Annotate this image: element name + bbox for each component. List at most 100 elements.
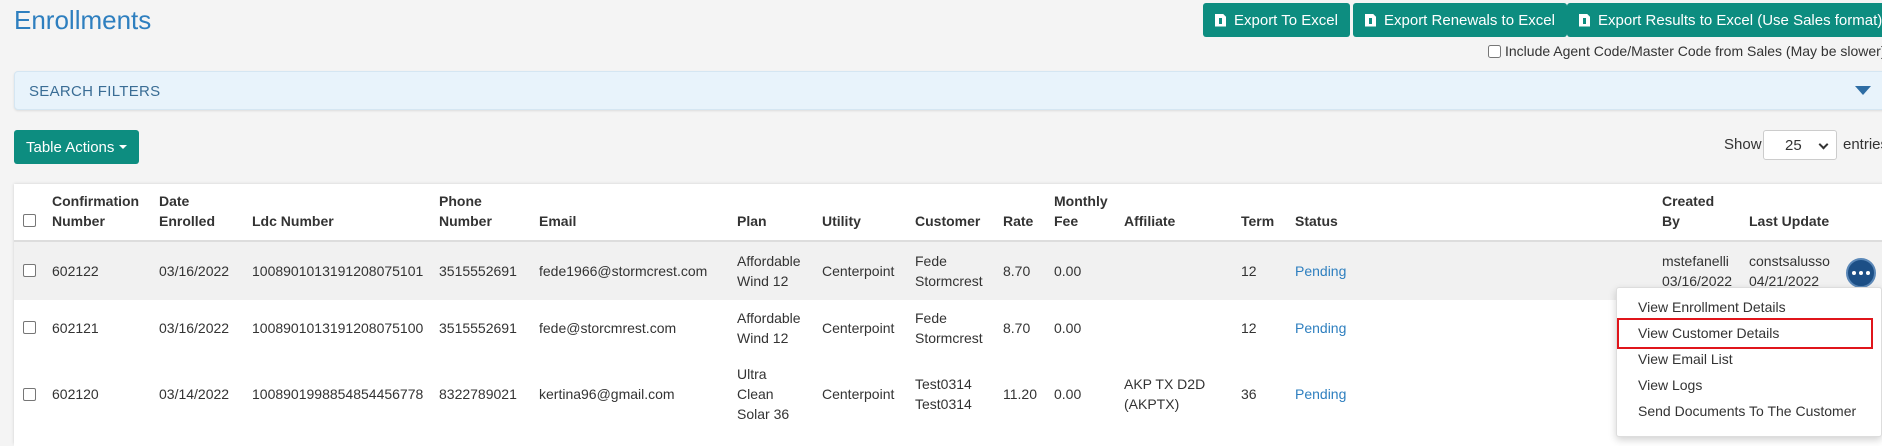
table-row: 602121 03/16/2022 1008901013191208075100… xyxy=(14,300,1882,356)
ellipsis-icon xyxy=(1852,271,1856,275)
ldc-number: 1008901013191208075100 xyxy=(252,320,424,336)
select-all-checkbox[interactable] xyxy=(23,214,36,227)
utility: Centerpoint xyxy=(822,263,895,279)
header-phone-number[interactable]: Phone Number xyxy=(439,191,492,231)
header-monthly-fee[interactable]: Monthly Fee xyxy=(1054,191,1108,231)
row-actions-menu: View Enrollment Details View Customer De… xyxy=(1616,287,1882,437)
row-checkbox[interactable] xyxy=(23,388,36,401)
term: 12 xyxy=(1241,320,1257,336)
table-row: 602122 03/16/2022 1008901013191208075101… xyxy=(14,242,1882,300)
ldc-number: 1008901013191208075101 xyxy=(252,263,424,279)
file-download-icon xyxy=(1579,13,1590,27)
row-checkbox[interactable] xyxy=(23,264,36,277)
export-to-excel-button[interactable]: Export To Excel xyxy=(1203,3,1350,37)
menu-item-send-documents[interactable]: Send Documents To The Customer xyxy=(1638,403,1856,419)
agent-code-checkbox[interactable] xyxy=(1488,44,1501,58)
created-by: mstefanelli 03/16/2022 xyxy=(1662,251,1732,291)
header-text: Number xyxy=(439,213,492,229)
customer-line: Test0314 xyxy=(915,396,972,412)
agent-code-option[interactable]: Include Agent Code/Master Code from Sale… xyxy=(1488,43,1882,59)
header-text: Confirmation xyxy=(52,193,140,209)
export-results-button[interactable]: Export Results to Excel (Use Sales forma… xyxy=(1567,3,1882,37)
header-text: By xyxy=(1662,213,1680,229)
header-customer[interactable]: Customer xyxy=(915,211,980,231)
entries-label: entries xyxy=(1843,136,1882,153)
plan-line: Clean xyxy=(737,386,774,402)
header-text: Date xyxy=(159,193,190,209)
row-checkbox[interactable] xyxy=(23,321,36,334)
term: 12 xyxy=(1241,263,1257,279)
utility: Centerpoint xyxy=(822,320,895,336)
menu-item-view-email-list[interactable]: View Email List xyxy=(1638,351,1733,367)
file-download-icon xyxy=(1215,13,1226,27)
plan-line: Ultra xyxy=(737,366,767,382)
last-update: constsalusso 04/21/2022 xyxy=(1749,251,1830,291)
plan-line: Solar 36 xyxy=(737,406,790,422)
customer: Fede Stormcrest xyxy=(915,308,983,348)
enrollments-table: Confirmation Number Date Enrolled Ldc Nu… xyxy=(14,184,1882,446)
monthly-fee: 0.00 xyxy=(1054,320,1082,336)
page-size-select[interactable]: 25 xyxy=(1763,130,1837,160)
email: kertina96@gmail.com xyxy=(539,386,675,402)
plan-line: Affordable xyxy=(737,310,801,326)
affiliate-line: (AKPTX) xyxy=(1124,396,1180,412)
header-text: Monthly xyxy=(1054,193,1108,209)
show-label: Show xyxy=(1724,136,1762,153)
customer-line: Fede xyxy=(915,310,947,326)
plan: Ultra Clean Solar 36 xyxy=(737,364,789,424)
caret-down-icon[interactable] xyxy=(1855,86,1871,95)
created-by-user: mstefanelli xyxy=(1662,253,1729,269)
header-ldc-number[interactable]: Ldc Number xyxy=(252,211,334,231)
plan-line: Wind 12 xyxy=(737,330,789,346)
export-renewals-button[interactable]: Export Renewals to Excel xyxy=(1353,3,1567,37)
customer-line: Stormcrest xyxy=(915,330,983,346)
header-affiliate[interactable]: Affiliate xyxy=(1124,211,1175,231)
customer: Fede Stormcrest xyxy=(915,251,983,291)
rate: 8.70 xyxy=(1003,320,1031,336)
file-download-icon xyxy=(1365,13,1376,27)
export-renewals-label: Export Renewals to Excel xyxy=(1384,11,1555,29)
confirmation-number: 602120 xyxy=(52,386,99,402)
header-text: Phone xyxy=(439,193,482,209)
header-rate[interactable]: Rate xyxy=(1003,211,1033,231)
row-actions-button[interactable] xyxy=(1846,258,1876,288)
menu-item-view-logs[interactable]: View Logs xyxy=(1638,377,1702,393)
rate: 8.70 xyxy=(1003,263,1031,279)
phone-number: 8322789021 xyxy=(439,386,517,402)
chevron-down-icon xyxy=(1818,139,1829,150)
status-link[interactable]: Pending xyxy=(1295,261,1346,281)
header-date-enrolled[interactable]: Date Enrolled xyxy=(159,191,215,231)
rate: 11.20 xyxy=(1003,386,1037,402)
header-plan[interactable]: Plan xyxy=(737,211,767,231)
monthly-fee: 0.00 xyxy=(1054,263,1082,279)
header-last-update[interactable]: Last Update xyxy=(1749,211,1829,231)
page-size-value: 25 xyxy=(1785,137,1802,154)
phone-number: 3515552691 xyxy=(439,263,517,279)
email: fede@storcmrest.com xyxy=(539,320,677,336)
ellipsis-icon xyxy=(1866,271,1870,275)
header-confirmation[interactable]: Confirmation Number xyxy=(52,191,139,231)
header-text: Fee xyxy=(1054,213,1079,229)
plan: Affordable Wind 12 xyxy=(737,251,801,291)
search-filters-panel[interactable]: SEARCH FILTERS xyxy=(14,71,1882,110)
menu-item-view-customer-details[interactable]: View Customer Details xyxy=(1638,325,1779,341)
header-email[interactable]: Email xyxy=(539,211,576,231)
status-link[interactable]: Pending xyxy=(1295,318,1346,338)
caret-down-icon xyxy=(119,145,128,149)
header-created-by[interactable]: Created By xyxy=(1662,191,1714,231)
status-link[interactable]: Pending xyxy=(1295,384,1346,404)
header-status[interactable]: Status xyxy=(1295,211,1338,231)
date-enrolled: 03/14/2022 xyxy=(159,386,230,402)
search-filters-label: SEARCH FILTERS xyxy=(29,83,161,100)
header-text: Enrolled xyxy=(159,213,216,229)
customer: Test0314 Test0314 xyxy=(915,374,972,414)
table-row: 602120 03/14/2022 1008901998854854456778… xyxy=(14,356,1882,446)
email: fede1966@stormcrest.com xyxy=(539,263,708,279)
confirmation-number: 602122 xyxy=(52,263,99,279)
header-utility[interactable]: Utility xyxy=(822,211,861,231)
header-term[interactable]: Term xyxy=(1241,211,1274,231)
menu-item-view-enrollment-details[interactable]: View Enrollment Details xyxy=(1638,299,1786,315)
utility: Centerpoint xyxy=(822,386,895,402)
table-actions-button[interactable]: Table Actions xyxy=(14,130,140,164)
affiliate-line: AKP TX D2D xyxy=(1124,376,1206,392)
